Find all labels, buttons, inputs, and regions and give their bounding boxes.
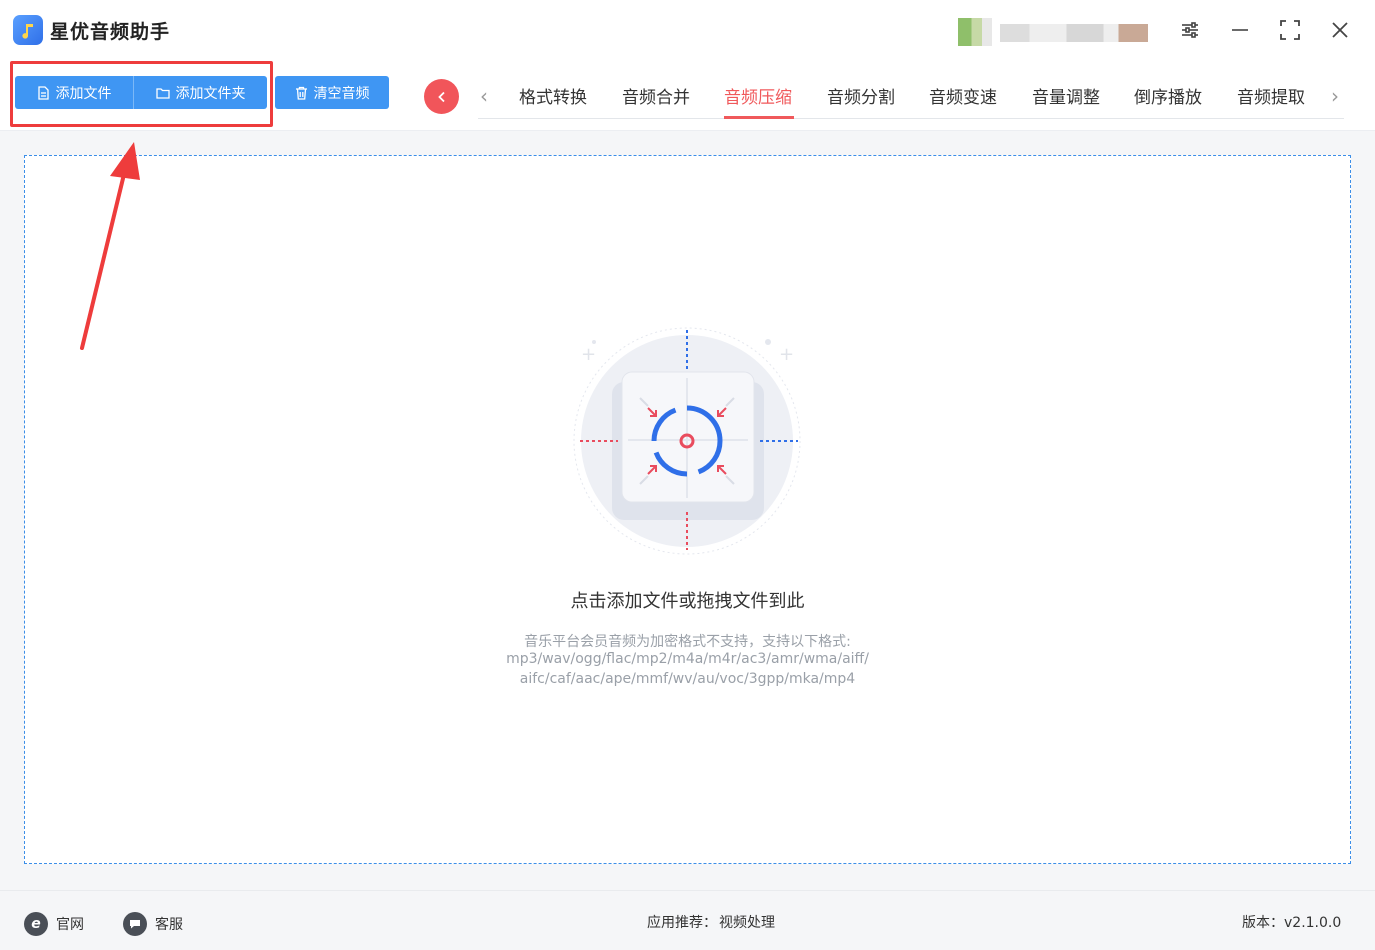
format-note-line1: 音乐平台会员音频为加密格式不支持，支持以下格式: (524, 634, 851, 650)
clear-audio-button[interactable]: 清空音频 (275, 76, 389, 109)
highlight-box (10, 61, 273, 127)
title-bar: 星优音频助手 (0, 0, 1375, 62)
tab-bar: 格式转换 音频合并 音频压缩 音频分割 音频变速 音量调整 倒序播放 音频提取 (478, 71, 1344, 119)
tab-audio-merge[interactable]: 音频合并 (622, 83, 690, 108)
app-title: 星优音频助手 (50, 21, 171, 43)
format-note-line2: mp3/wav/ogg/flac/mp2/m4a/m4r/ac3/amr/wma… (506, 651, 869, 667)
svg-text:+: + (779, 344, 794, 365)
tabs-scroll-right-icon[interactable]: › (1331, 84, 1339, 108)
close-icon[interactable] (1325, 14, 1355, 46)
tab-audio-speed[interactable]: 音频变速 (929, 83, 997, 108)
trash-icon (295, 86, 307, 100)
tab-audio-compress[interactable]: 音频压缩 (724, 83, 792, 108)
app-recommendation: 应用推荐： 视频处理 (647, 912, 775, 932)
annotation-arrow (80, 142, 140, 350)
compress-illustration-icon: + + (573, 327, 801, 555)
version-text: 版本：v2.1.0.0 (1242, 915, 1342, 931)
website-link[interactable]: e 官网 (24, 912, 84, 936)
user-name-blurred[interactable] (1000, 24, 1148, 42)
browser-e-icon: e (24, 912, 48, 936)
settings-sliders-icon[interactable] (1175, 14, 1205, 46)
tab-reverse-play[interactable]: 倒序播放 (1134, 83, 1202, 108)
drop-zone-title: 点击添加文件或拖拽文件到此 (570, 591, 805, 612)
tabs-scroll-left-icon[interactable]: ‹ (480, 84, 488, 108)
website-label: 官网 (56, 917, 84, 933)
footer: e 官网 客服 应用推荐： 视频处理 版本：v2.1.0.0 (0, 890, 1375, 950)
active-tab-indicator (724, 116, 794, 119)
tab-format-convert[interactable]: 格式转换 (519, 83, 587, 108)
music-note-icon (13, 15, 43, 45)
recommend-video-link[interactable]: 视频处理 (719, 912, 775, 932)
support-link[interactable]: 客服 (123, 912, 183, 936)
chat-bubble-icon (123, 912, 147, 936)
fullscreen-icon[interactable] (1275, 14, 1305, 46)
tab-audio-extract[interactable]: 音频提取 (1237, 83, 1305, 108)
clear-audio-label: 清空音频 (313, 85, 370, 102)
chevron-left-icon (437, 91, 445, 102)
support-label: 客服 (155, 917, 183, 933)
tab-volume-adjust[interactable]: 音量调整 (1032, 83, 1100, 108)
recommend-label: 应用推荐： (647, 915, 717, 931)
tab-audio-split[interactable]: 音频分割 (827, 83, 895, 108)
user-avatar[interactable] (958, 18, 992, 46)
svg-text:+: + (581, 344, 596, 365)
format-note-line3: aifc/caf/aac/ape/mmf/wv/au/voc/3gpp/mka/… (519, 671, 856, 687)
back-button[interactable] (424, 79, 459, 114)
minimize-icon[interactable] (1225, 14, 1255, 46)
